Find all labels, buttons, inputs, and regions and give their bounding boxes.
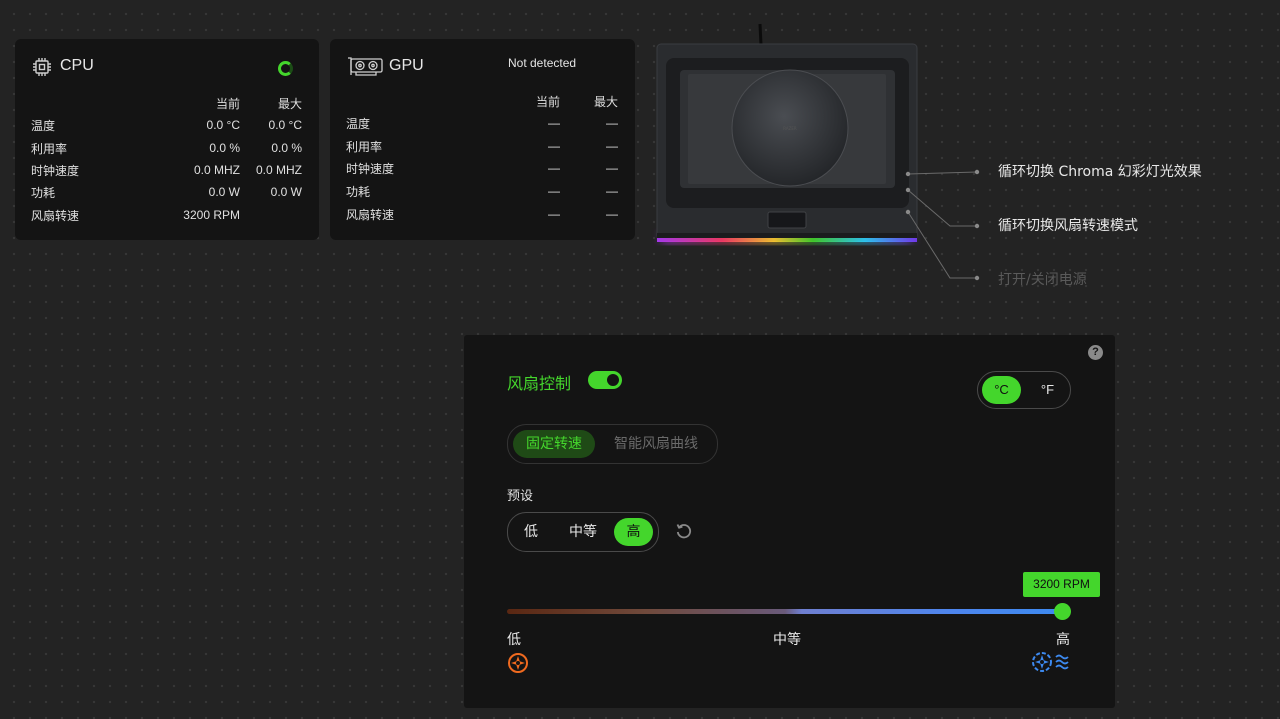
cpu-col-current: 当前 xyxy=(215,97,240,111)
gpu-row-current: — xyxy=(548,184,560,198)
gpu-row-label: 温度 xyxy=(346,117,371,131)
fan-low-icon xyxy=(507,652,529,678)
slider-label-high: 高 xyxy=(1056,632,1070,648)
cpu-row-max: 0.0 W xyxy=(270,185,302,199)
gpu-row-max: — xyxy=(606,116,618,130)
preset-high-button[interactable]: 高 xyxy=(614,518,653,546)
preset-low-button[interactable]: 低 xyxy=(514,518,548,546)
celsius-button[interactable]: °C xyxy=(982,376,1021,404)
fahrenheit-button[interactable]: °F xyxy=(1028,376,1067,404)
gpu-row-max: — xyxy=(606,184,618,198)
cpu-row-max: 0.0 °C xyxy=(268,118,302,132)
callout-fan-mode-cycle: 循环切换风扇转速模式 xyxy=(998,218,1138,234)
preset-label: 预设 xyxy=(507,489,534,504)
gpu-status: Not detected xyxy=(508,56,577,70)
slider-label-low: 低 xyxy=(507,632,521,648)
fan-speed-slider-track[interactable] xyxy=(507,609,1063,614)
cpu-row-current: 3200 RPM xyxy=(183,208,240,222)
cpu-row-max: 0.0 % xyxy=(271,141,302,155)
cpu-row-label: 功耗 xyxy=(31,186,56,200)
toggle-knob xyxy=(607,374,619,386)
rpm-value-tooltip: 3200 RPM xyxy=(1023,572,1100,597)
fan-control-title: 风扇控制 xyxy=(507,374,572,393)
cpu-panel: CPU 当前 最大 温度 0.0 °C 0.0 °C 利用率 0.0 % 0.0… xyxy=(15,39,319,240)
preset-switch: 低 中等 高 xyxy=(507,512,659,552)
cpu-row-label: 温度 xyxy=(31,119,56,133)
smart-fan-curve-tab[interactable]: 智能风扇曲线 xyxy=(606,430,706,458)
graphics-card-icon xyxy=(347,55,384,81)
cpu-title: CPU xyxy=(60,57,94,74)
gpu-row-max: — xyxy=(606,139,618,153)
cpu-row-current: 0.0 % xyxy=(209,141,240,155)
help-icon[interactable]: ? xyxy=(1088,345,1103,360)
cpu-col-max: 最大 xyxy=(277,97,302,111)
cpu-row-current: 0.0 MHZ xyxy=(193,163,240,177)
callout-lines xyxy=(905,169,980,281)
fan-high-icon xyxy=(1031,651,1073,677)
gpu-row-current: — xyxy=(548,116,560,130)
callout-power: 打开/关闭电源 xyxy=(998,272,1087,288)
fan-control-panel: ? 风扇控制 °C °F 固定转速 智能风扇曲线 预设 低 中等 高 3200 … xyxy=(464,335,1115,708)
fan-mode-switch: 固定转速 智能风扇曲线 xyxy=(507,424,718,464)
cpu-row-label: 风扇转速 xyxy=(31,209,80,223)
slider-label-medium: 中等 xyxy=(773,632,801,648)
preset-medium-button[interactable]: 中等 xyxy=(558,518,608,546)
gpu-row-label: 风扇转速 xyxy=(346,208,395,222)
device-badge: RAZER xyxy=(783,126,797,131)
fixed-speed-tab[interactable]: 固定转速 xyxy=(513,430,595,458)
gpu-row-label: 利用率 xyxy=(346,140,383,154)
gpu-row-current: — xyxy=(548,161,560,175)
gpu-row-current: — xyxy=(548,139,560,153)
gpu-panel: GPU Not detected 当前 最大 温度 — — 利用率 — — 时钟… xyxy=(330,39,635,240)
gpu-row-current: — xyxy=(548,207,560,221)
gpu-row-label: 功耗 xyxy=(346,185,371,199)
gpu-col-current: 当前 xyxy=(535,95,560,109)
temperature-unit-switch: °C °F xyxy=(977,371,1071,409)
loading-spinner-icon xyxy=(278,61,293,76)
gpu-row-max: — xyxy=(606,207,618,221)
cpu-row-max: 0.0 MHZ xyxy=(255,163,302,177)
gpu-title: GPU xyxy=(389,57,424,74)
cpu-chip-icon xyxy=(31,56,53,82)
fan-control-toggle[interactable] xyxy=(588,371,622,389)
fan-speed-slider-thumb[interactable] xyxy=(1054,603,1071,620)
cpu-row-label: 利用率 xyxy=(31,142,68,156)
gpu-row-max: — xyxy=(606,161,618,175)
cpu-row-current: 0.0 °C xyxy=(206,118,240,132)
cpu-row-label: 时钟速度 xyxy=(31,164,80,178)
cpu-row-current: 0.0 W xyxy=(208,185,240,199)
reset-icon[interactable] xyxy=(674,521,694,541)
laptop-cooling-pad-illustration: RAZER xyxy=(640,20,940,270)
gpu-col-max: 最大 xyxy=(593,95,618,109)
callout-chroma-cycle: 循环切换 Chroma 幻彩灯光效果 xyxy=(998,164,1202,180)
gpu-row-label: 时钟速度 xyxy=(346,162,395,176)
